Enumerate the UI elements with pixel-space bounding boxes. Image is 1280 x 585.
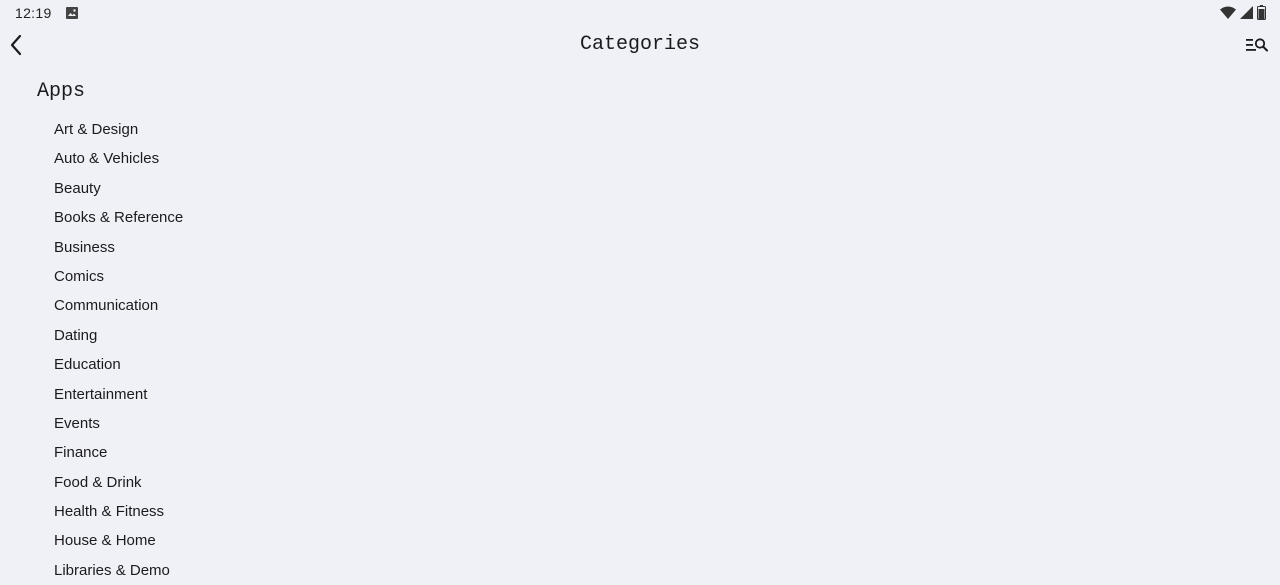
list-item[interactable]: Art & Design	[54, 115, 183, 144]
list-item[interactable]: Food & Drink	[54, 468, 183, 497]
list-item[interactable]: Comics	[54, 262, 183, 291]
list-item[interactable]: Libraries & Demo	[54, 556, 183, 585]
list-item[interactable]: Dating	[54, 321, 183, 350]
status-time: 12:19	[15, 5, 52, 21]
cell-signal-icon	[1240, 6, 1253, 19]
list-item[interactable]: Beauty	[54, 174, 183, 203]
status-bar: 12:19	[0, 0, 1280, 26]
list-item[interactable]: Auto & Vehicles	[54, 144, 183, 173]
battery-icon	[1257, 5, 1266, 20]
photo-icon	[65, 6, 79, 20]
status-icons	[1220, 5, 1266, 20]
list-item[interactable]: Health & Fitness	[54, 497, 183, 526]
top-app-bar: Categories	[0, 26, 1280, 68]
list-item[interactable]: Events	[54, 409, 183, 438]
category-list: Art & Design Auto & Vehicles Beauty Book…	[54, 115, 183, 585]
list-item[interactable]: House & Home	[54, 526, 183, 555]
page-title: Categories	[579, 33, 701, 56]
list-item[interactable]: Books & Reference	[54, 203, 183, 232]
list-item[interactable]: Education	[54, 350, 183, 379]
wifi-icon	[1220, 6, 1236, 20]
list-item[interactable]: Communication	[54, 291, 183, 320]
list-item[interactable]: Finance	[54, 438, 183, 467]
section-title-apps: Apps	[37, 80, 86, 103]
list-item[interactable]: Entertainment	[54, 380, 183, 409]
filter-search-button[interactable]	[1244, 34, 1270, 60]
filter-search-icon	[1246, 37, 1268, 58]
list-item[interactable]: Business	[54, 233, 183, 262]
